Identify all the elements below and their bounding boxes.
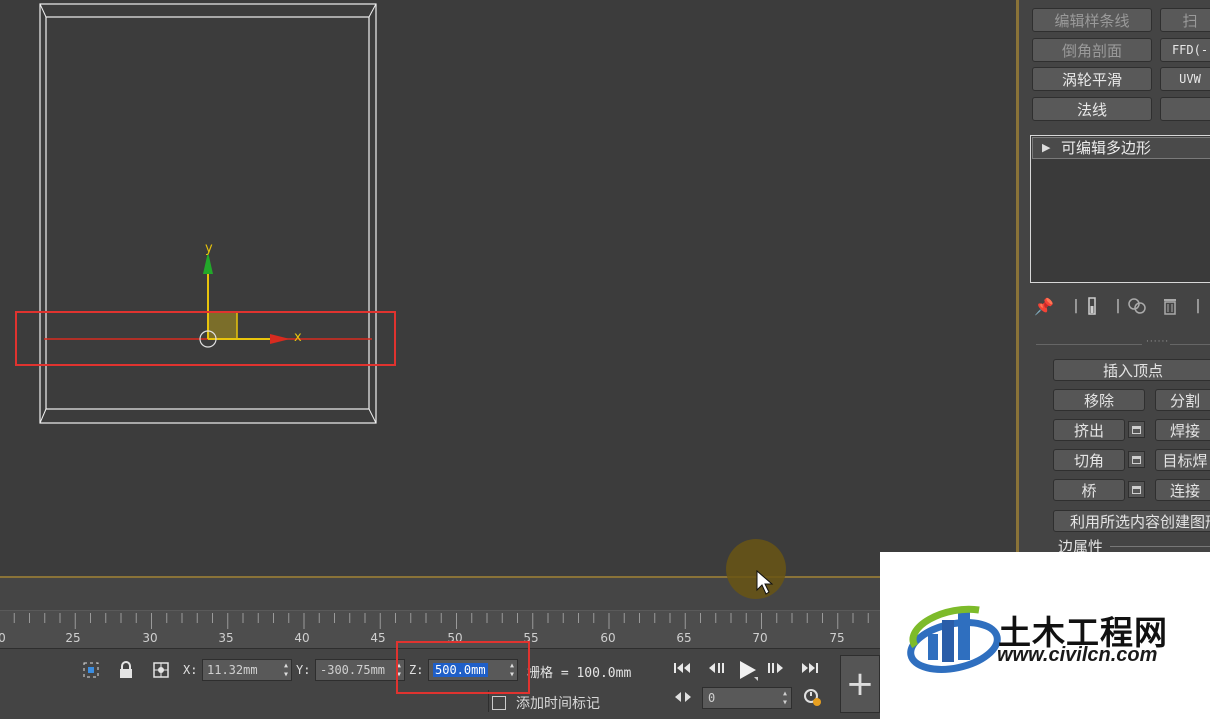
play-icon[interactable] <box>737 660 759 686</box>
x-value: 11.32mm <box>207 663 258 677</box>
modifier-button-turbosmooth[interactable]: 涡轮平滑 <box>1032 67 1152 91</box>
remove-modifier-icon[interactable] <box>1160 295 1180 317</box>
ruler-tick-label: 65 <box>676 631 692 645</box>
x-label: X: <box>183 663 198 677</box>
current-frame-field[interactable]: 0 ▴ ▾ <box>702 687 792 709</box>
ruler-tick-label: 60 <box>600 631 616 645</box>
watermark: 土木工程网 www.civilcn.com <box>880 552 1210 719</box>
viewport[interactable]: y x <box>0 0 1016 578</box>
ruler-tick-label: 0 <box>0 631 6 645</box>
modifier-button-ffd[interactable]: FFD(- <box>1160 38 1210 62</box>
chamfer-settings-icon[interactable] <box>1128 451 1145 468</box>
x-spinner-icon[interactable]: ▴ ▾ <box>283 661 289 680</box>
weld-button[interactable]: 焊接 <box>1155 419 1210 441</box>
add-time-tag[interactable]: 添加时间标记 <box>492 693 600 713</box>
ruler-tick-label: 35 <box>218 631 234 645</box>
ruler-tick-label: 70 <box>752 631 768 645</box>
mouse-pointer-icon <box>756 570 774 595</box>
rollout-title-line <box>1110 546 1210 547</box>
go-to-start-icon[interactable] <box>673 660 693 680</box>
stack-toolbar: 📌 | | | <box>1030 292 1210 320</box>
modifier-button-bevel-profile[interactable]: 倒角剖面 <box>1032 38 1152 62</box>
make-unique-icon[interactable] <box>1127 295 1147 317</box>
connect-button[interactable]: 连接 <box>1155 479 1210 501</box>
chamfer-button[interactable]: 切角 <box>1053 449 1125 471</box>
show-end-result-icon[interactable] <box>1082 295 1102 317</box>
modifier-button-sweep[interactable]: 扫 <box>1160 8 1210 32</box>
add-time-tag-label: 添加时间标记 <box>516 696 600 712</box>
ruler-tick-label: 40 <box>294 631 310 645</box>
divider-icon: | <box>1195 298 1201 314</box>
edge-highlight-box <box>15 311 396 366</box>
extrude-button[interactable]: 挤出 <box>1053 419 1125 441</box>
key-mode-icon[interactable] <box>674 690 692 708</box>
ruler-tick-label: 45 <box>370 631 386 645</box>
y-label: Y: <box>296 663 311 677</box>
stack-item-editable-poly[interactable]: ▶ 可编辑多边形 <box>1032 137 1210 159</box>
ruler-tick-label: 30 <box>142 631 158 645</box>
insert-vertex-button[interactable]: 插入顶点 <box>1053 359 1210 381</box>
rollout-grip[interactable]: ······ <box>1146 337 1169 347</box>
frame-spinner-icon[interactable]: ▴ ▾ <box>782 689 788 708</box>
expand-arrow-icon[interactable]: ▶ <box>1042 138 1050 158</box>
stack-item-label: 可编辑多边形 <box>1061 139 1152 157</box>
y-value: -300.75mm <box>320 663 386 677</box>
time-tag-icon <box>492 696 506 710</box>
add-button[interactable]: + <box>840 655 880 713</box>
ruler-tick-label: 75 <box>829 631 845 645</box>
modifier-button-edit-spline[interactable]: 编辑样条线 <box>1032 8 1152 32</box>
target-weld-button[interactable]: 目标焊 <box>1155 449 1210 471</box>
go-to-end-icon[interactable] <box>800 660 820 680</box>
modifier-stack[interactable]: ▶ 可编辑多边形 <box>1030 135 1210 283</box>
divider-icon: | <box>1115 298 1121 314</box>
gizmo-y-label: y <box>205 241 213 256</box>
previous-frame-icon[interactable] <box>707 660 727 680</box>
x-coordinate-field[interactable]: 11.32mm ▴ ▾ <box>202 659 292 681</box>
split-button[interactable]: 分割 <box>1155 389 1210 411</box>
lock-icon[interactable] <box>116 660 136 680</box>
grid-size-text: 栅格 = 100.0mm <box>527 666 632 681</box>
ruler-tick-label: 25 <box>65 631 81 645</box>
absolute-mode-icon[interactable] <box>151 660 171 680</box>
rollout-separator <box>1036 344 1142 345</box>
current-frame-value: 0 <box>708 691 716 705</box>
selection-lock-icon[interactable] <box>81 660 101 680</box>
modifier-button-empty[interactable] <box>1160 97 1210 121</box>
modifier-button-normal[interactable]: 法线 <box>1032 97 1152 121</box>
scene-canvas: y x <box>39 3 377 424</box>
modifier-button-uvw[interactable]: UVW <box>1160 67 1210 91</box>
create-shape-button[interactable]: 利用所选内容创建图形 <box>1053 510 1210 532</box>
remove-button[interactable]: 移除 <box>1053 389 1145 411</box>
z-field-highlight-box <box>396 641 530 694</box>
y-coordinate-field[interactable]: -300.75mm ▴ ▾ <box>315 659 405 681</box>
extrude-settings-icon[interactable] <box>1128 421 1145 438</box>
time-config-icon[interactable] <box>803 688 823 712</box>
next-frame-icon[interactable] <box>766 660 786 680</box>
watermark-url: www.civilcn.com <box>997 644 1158 666</box>
pin-stack-icon[interactable]: 📌 <box>1034 295 1054 317</box>
bridge-button[interactable]: 桥 <box>1053 479 1125 501</box>
rollout-separator <box>1170 344 1210 345</box>
bridge-settings-icon[interactable] <box>1128 481 1145 498</box>
